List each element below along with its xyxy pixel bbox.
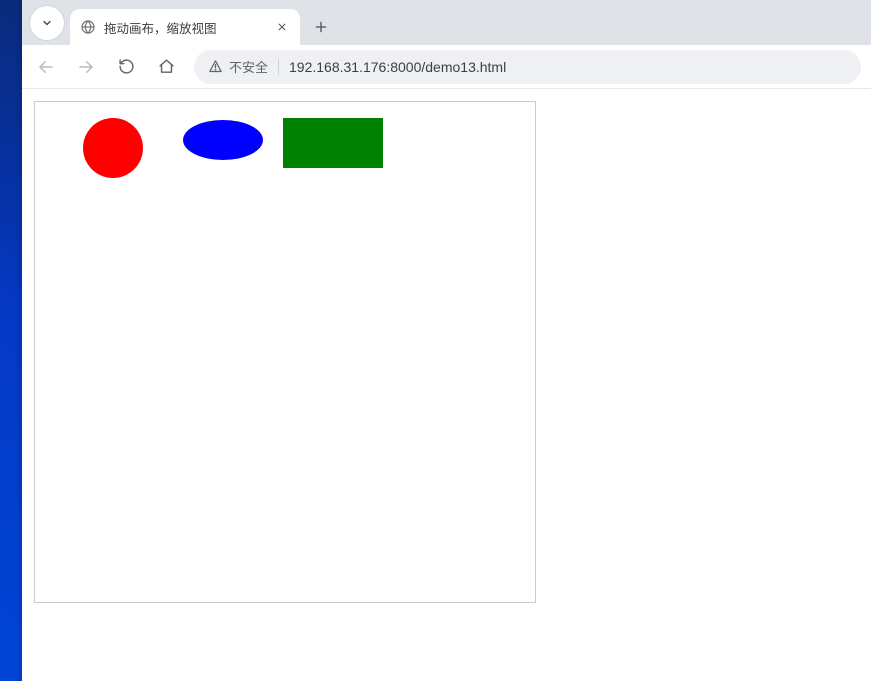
tab-close-button[interactable] [274,19,290,35]
canvas-shape-rect[interactable] [283,118,383,168]
address-bar[interactable]: 不安全 192.168.31.176:8000/demo13.html [194,50,861,84]
browser-window: 拖动画布，缩放视图 不安全 192.168.31.1 [22,0,871,681]
new-tab-button[interactable] [306,12,336,42]
arrow-left-icon [37,58,55,76]
security-label: 不安全 [229,57,268,76]
close-icon [277,22,287,32]
back-button[interactable] [28,49,64,85]
reload-button[interactable] [108,49,144,85]
home-icon [158,58,175,75]
not-secure-warning-icon [208,59,223,74]
canvas-shape-ellipse[interactable] [183,120,263,160]
tab-strip: 拖动画布，缩放视图 [22,0,871,45]
globe-icon [80,19,96,35]
canvas-shape-circle[interactable] [83,118,143,178]
separator [278,59,279,75]
browser-tab[interactable]: 拖动画布，缩放视图 [70,9,300,45]
security-indicator[interactable]: 不安全 [208,57,279,76]
browser-toolbar: 不安全 192.168.31.176:8000/demo13.html [22,45,871,89]
tab-title: 拖动画布，缩放视图 [104,18,266,37]
tab-search-dropdown-button[interactable] [30,6,64,40]
demo-canvas[interactable] [34,101,536,603]
reload-icon [118,58,135,75]
home-button[interactable] [148,49,184,85]
chevron-down-icon [41,17,53,29]
forward-button[interactable] [68,49,104,85]
page-viewport [22,89,871,681]
plus-icon [314,20,328,34]
arrow-right-icon [77,58,95,76]
url-text: 192.168.31.176:8000/demo13.html [289,59,847,75]
